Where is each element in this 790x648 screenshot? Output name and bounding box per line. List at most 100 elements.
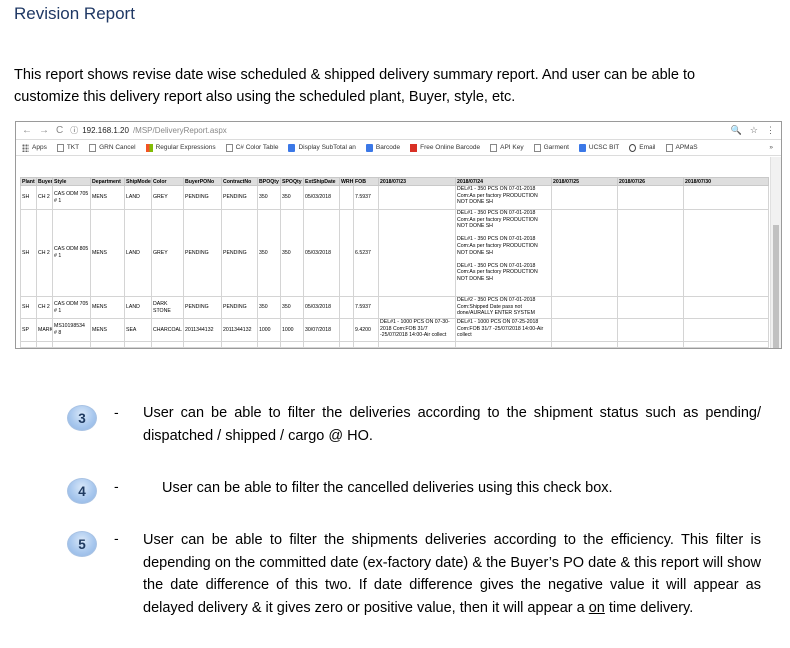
page-icon [56,143,64,152]
column-header[interactable]: Color [151,177,184,186]
address-bar: ← → C ⓘ 192.168.1.20/MSP/DeliveryReport.… [16,122,781,140]
table-row: SP MARK MS10198534 # 8 MENS SEA CHARCOAL 20113… [20,318,769,342]
table-cell: MS10198534 # 8 [52,318,91,342]
bookmark-color-table[interactable]: C# Color Table [225,143,278,152]
bookmark-apmas[interactable]: APMaS [665,143,698,152]
table-cell: PENDING [221,296,258,319]
column-header[interactable]: 2018/07/25 [551,177,618,186]
column-header[interactable]: 2018/07/24 [455,177,552,186]
blue-site-icon [288,143,296,152]
table-cell: CH 2 [36,209,53,297]
table-cell: 350 [280,209,304,297]
column-header[interactable]: 2018/07/26 [617,177,684,186]
number-badge-4: 4 [67,478,97,504]
table-cell [551,341,618,348]
circle-site-icon [629,143,637,152]
apps-grid-icon [22,143,29,152]
table-cell [303,341,340,348]
forward-arrow-icon[interactable]: → [39,125,49,136]
table-cell: SH [20,296,37,319]
item-text-4: User can be able to filter the cancelled… [162,480,613,496]
column-header[interactable]: SPOQty [280,177,304,186]
column-header[interactable]: ContractNo [221,177,258,186]
table-cell [52,341,91,348]
column-header[interactable]: Style [52,177,91,186]
table-cell: 05/03/2018 [303,185,340,210]
number-badge-3: 3 [67,405,97,431]
star-icon[interactable]: ☆ [750,125,758,136]
table-cell: MENS [90,318,125,342]
column-header[interactable]: FOB [353,177,379,186]
table-cell: 350 [257,296,281,319]
column-header[interactable]: BPOQty [257,177,281,186]
bookmark-free-barcode[interactable]: Free Online Barcode [410,143,480,152]
page-icon [225,143,233,152]
intro-paragraph: This report shows revise date wise sched… [14,67,696,105]
column-header[interactable]: ExtShipDate [303,177,340,186]
url-path: /MSP/DeliveryReport.aspx [132,126,227,135]
column-header[interactable]: ShipMode [124,177,152,186]
column-header[interactable]: BuyerPONo [183,177,222,186]
column-header[interactable]: Buyer [36,177,53,186]
reload-icon[interactable]: C [56,125,63,136]
bookmark-email[interactable]: Email [629,143,656,152]
page-title: Revision Report [14,4,135,23]
bookmark-subtotal[interactable]: Display SubTotal an [288,143,356,152]
table-cell [551,296,618,319]
table-cell [617,185,684,210]
column-header[interactable]: Plant [20,177,37,186]
url-host: 192.168.1.20 [82,126,129,135]
bookmark-tkt[interactable]: TKT [56,143,79,152]
table-cell [353,341,379,348]
column-header[interactable]: 2018/07/30 [683,177,769,186]
blue-site-icon [365,143,373,152]
item-text-3: User can be able to filter the deliverie… [143,405,761,444]
table-cell: CHARCOAL [151,318,184,342]
url-field[interactable]: ⓘ 192.168.1.20/MSP/DeliveryReport.aspx [70,125,227,136]
menu-icon[interactable]: ⋮ [766,125,775,136]
table-row [20,341,769,348]
table-cell: SH [20,185,37,210]
page-icon [89,143,97,152]
table-cell: PENDING [183,296,222,319]
bookmark-regex[interactable]: Regular Expressions [145,143,216,152]
table-cell [378,341,456,348]
bookmark-grn-cancel[interactable]: GRN Cancel [89,143,136,152]
zoom-icon[interactable]: 🔍 [731,125,742,136]
table-cell: DEL#1 - 1000 PCS ON 07-30-2018 Com:FOB 3… [378,318,456,342]
table-cell [221,341,258,348]
table-cell [257,341,281,348]
item-dash: - [114,530,119,546]
back-arrow-icon[interactable]: ← [22,125,32,136]
table-cell [339,296,354,319]
table-cell: 05/03/2018 [303,296,340,319]
item-dash: - [114,404,119,420]
table-cell: PENDING [183,185,222,210]
bookmark-garment[interactable]: Garment [533,143,569,152]
column-header[interactable]: WRH [339,177,354,186]
bookmark-barcode[interactable]: Barcode [365,143,400,152]
vertical-scrollbar[interactable] [770,157,781,348]
table-cell: LAND [124,209,152,297]
table-cell [183,341,222,348]
table-cell: LAND [124,296,152,319]
column-header[interactable]: 2018/07/23 [378,177,456,186]
bookmark-api-key[interactable]: API Key [490,143,524,152]
table-cell: CH 2 [36,296,53,319]
table-cell [124,341,152,348]
bookmark-apps[interactable]: Apps [22,143,47,152]
delivery-report-table: Plant Buyer Style Department ShipMode Color Bu… [20,177,769,348]
table-cell: MENS [90,185,125,210]
table-cell: SP [20,318,37,342]
scrollbar-thumb[interactable] [773,225,779,348]
table-cell: 30/07/2018 [303,318,340,342]
bookmark-ucsc[interactable]: UCSC BIT [578,143,619,152]
column-header[interactable]: Department [90,177,125,186]
table-cell: LAND [124,185,152,210]
table-cell [378,185,456,210]
table-cell: PENDING [221,209,258,297]
table-cell [551,185,618,210]
table-cell: 350 [257,209,281,297]
more-bookmarks-icon[interactable]: » [769,144,773,151]
info-icon: ⓘ [70,126,79,135]
